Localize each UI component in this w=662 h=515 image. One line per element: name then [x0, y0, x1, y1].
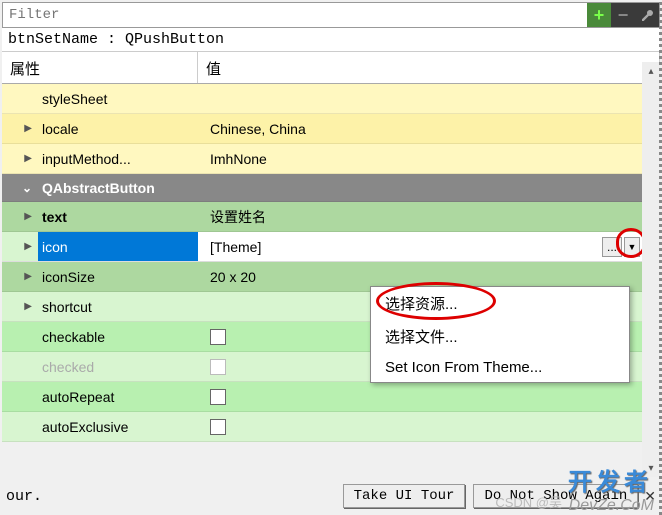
- icon-value-text: [Theme]: [210, 239, 261, 255]
- chevron-down-icon[interactable]: ⌄: [2, 174, 38, 201]
- chevron-right-icon[interactable]: ▶: [2, 114, 38, 143]
- menu-choose-file[interactable]: 选择文件...: [371, 320, 629, 353]
- expander-placeholder: [2, 352, 38, 381]
- row-autoexclusive[interactable]: autoExclusive: [2, 412, 660, 442]
- prop-name: iconSize: [38, 262, 198, 291]
- checkbox[interactable]: [210, 419, 226, 435]
- prop-name: autoExclusive: [38, 412, 198, 441]
- dropdown-button[interactable]: ▼: [624, 237, 640, 257]
- chevron-right-icon[interactable]: ▶: [2, 232, 38, 261]
- checkbox[interactable]: [210, 329, 226, 345]
- watermark-csdn: CSDN @吴: [495, 492, 562, 511]
- chevron-right-icon[interactable]: ▶: [2, 292, 38, 321]
- chevron-right-icon[interactable]: ▶: [2, 262, 38, 291]
- row-inputmethod[interactable]: ▶ inputMethod... ImhNone: [2, 144, 660, 174]
- prop-value[interactable]: [198, 412, 660, 441]
- footer-bar: our. Take UI Tour Do Not Show Again ✕: [0, 479, 662, 513]
- header-value[interactable]: 值: [198, 52, 660, 83]
- filter-bar: + −: [2, 2, 660, 28]
- filter-input[interactable]: [3, 5, 587, 25]
- menu-set-from-theme[interactable]: Set Icon From Theme...: [371, 353, 629, 382]
- prop-value[interactable]: 设置姓名: [198, 202, 660, 231]
- object-name-line: btnSetName : QPushButton: [2, 28, 660, 52]
- prop-value-icon[interactable]: [Theme] ... ▼ ↶: [198, 232, 660, 261]
- row-text[interactable]: ▶ text 设置姓名: [2, 202, 660, 232]
- icon-context-menu: 选择资源... 选择文件... Set Icon From Theme...: [370, 286, 630, 383]
- remove-icon[interactable]: −: [611, 3, 635, 27]
- vertical-scrollbar[interactable]: ▴ ▾: [642, 62, 660, 477]
- table-headers: 属性 值: [2, 52, 660, 84]
- expander-placeholder: [2, 412, 38, 441]
- row-autorepeat[interactable]: autoRepeat: [2, 382, 660, 412]
- take-ui-tour-button[interactable]: Take UI Tour: [343, 484, 466, 508]
- chevron-right-icon[interactable]: ▶: [2, 144, 38, 173]
- prop-name: text: [38, 202, 198, 231]
- row-stylesheet[interactable]: styleSheet: [2, 84, 660, 114]
- checkbox[interactable]: [210, 389, 226, 405]
- prop-name: autoRepeat: [38, 382, 198, 411]
- add-icon[interactable]: +: [587, 3, 611, 27]
- footer-text-left: our.: [6, 488, 42, 505]
- prop-value[interactable]: Chinese, China: [198, 114, 660, 143]
- prop-name-disabled: checked: [38, 352, 198, 381]
- section-header[interactable]: ⌄ QAbstractButton: [2, 174, 660, 202]
- expander-placeholder: [2, 84, 38, 113]
- row-icon[interactable]: ▶ icon [Theme] ... ▼ ↶: [2, 232, 660, 262]
- watermark-cn: 开发者: [568, 462, 652, 497]
- expander-placeholder: [2, 322, 38, 351]
- scroll-up-icon[interactable]: ▴: [642, 62, 660, 80]
- menu-choose-resource[interactable]: 选择资源...: [371, 287, 629, 320]
- prop-name: styleSheet: [38, 84, 198, 113]
- property-rows: styleSheet ▶ locale Chinese, China ▶ inp…: [2, 84, 660, 442]
- prop-name: inputMethod...: [38, 144, 198, 173]
- wrench-icon[interactable]: [635, 3, 659, 27]
- header-property[interactable]: 属性: [2, 52, 198, 83]
- chevron-right-icon[interactable]: ▶: [2, 202, 38, 231]
- prop-value[interactable]: ImhNone: [198, 144, 660, 173]
- prop-value[interactable]: [198, 382, 660, 411]
- expander-placeholder: [2, 382, 38, 411]
- prop-name-selected: icon: [38, 232, 198, 261]
- prop-value[interactable]: [198, 84, 660, 113]
- browse-button[interactable]: ...: [602, 237, 622, 257]
- prop-name: locale: [38, 114, 198, 143]
- row-locale[interactable]: ▶ locale Chinese, China: [2, 114, 660, 144]
- prop-name: checkable: [38, 322, 198, 351]
- watermark-domain: DevZe.CoM: [569, 497, 654, 515]
- section-name: QAbstractButton: [38, 174, 159, 201]
- prop-name: shortcut: [38, 292, 198, 321]
- checkbox-disabled: [210, 359, 226, 375]
